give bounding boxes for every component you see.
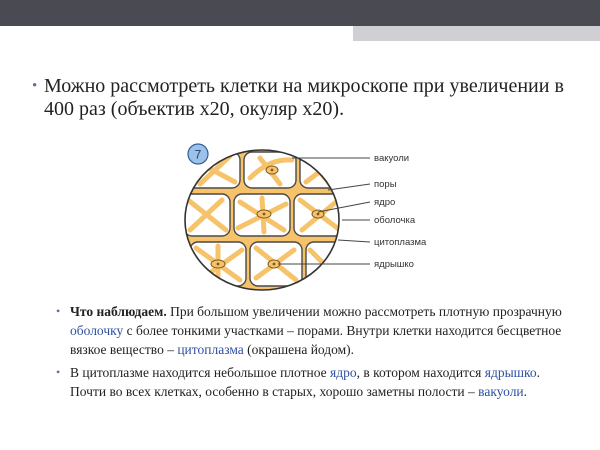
text-segment: , в котором находится [356, 365, 485, 380]
bullet-icon: • [32, 78, 38, 94]
observation-point-1: • Что наблюдаем. При большом увеличении … [56, 302, 570, 359]
term-nucleus: ядро [330, 365, 357, 380]
bullet-icon: • [56, 304, 61, 318]
lead-text: Что наблюдаем. [70, 304, 167, 319]
figure-number: 7 [195, 148, 202, 162]
label-nucleolus: ядрышко [374, 259, 414, 270]
term-cell-wall: оболочку [70, 323, 124, 338]
observation-point-2: • В цитоплазме находится небольшое плотн… [56, 363, 570, 401]
main-point: • Можно рассмотреть клетки на микроскопе… [32, 75, 574, 121]
observation-points: • Что наблюдаем. При большом увеличении … [56, 302, 570, 405]
text-segment: В цитоплазме находится небольшое плотное [70, 365, 331, 380]
label-pores: поры [374, 179, 397, 190]
label-nucleus: ядро [374, 197, 395, 208]
term-cytoplasm: цитоплазма [177, 342, 244, 357]
main-point-text: Можно рассмотреть клетки на микроскопе п… [44, 75, 564, 120]
term-nucleolus: ядрышко [484, 365, 537, 380]
term-vacuoles: вакуоли [478, 384, 524, 399]
text-segment: . [523, 384, 528, 399]
label-vacuoles: вакуоли [374, 153, 409, 164]
text-segment: (окрашена йодом). [243, 342, 355, 357]
accent-bar [353, 26, 600, 41]
top-bar [0, 0, 600, 26]
label-cell-wall: оболочка [374, 215, 416, 226]
text-segment: При большом увеличении можно рассмотреть… [166, 304, 562, 319]
cell-diagram: 7 вакуоли поры ядро оболочка цитоплазма … [184, 143, 427, 291]
label-cytoplasm: цитоплазма [374, 237, 427, 248]
cell-tissue [185, 150, 339, 290]
bullet-icon: • [56, 365, 61, 379]
